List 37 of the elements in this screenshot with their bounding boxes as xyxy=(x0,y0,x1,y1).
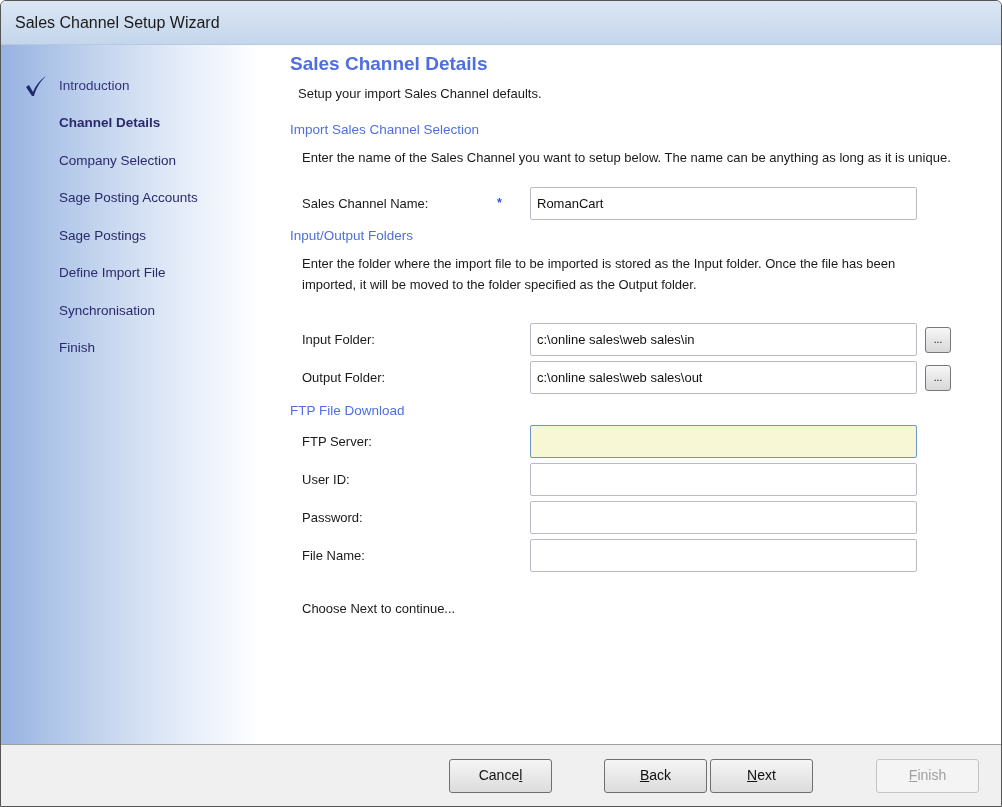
field-label: FTP Server: xyxy=(302,433,373,452)
section-description: Enter the name of the Sales Channel you want to setup below. The name can be anything as long as it is unique. xyxy=(302,149,951,168)
wizard-step: Finish xyxy=(59,338,95,359)
field-label: Output Folder: xyxy=(302,369,387,387)
page-heading: Sales Channel Details xyxy=(290,53,489,76)
section-heading: Import Sales Channel Selection xyxy=(290,121,481,139)
wizard-step: Define Import File xyxy=(59,263,166,284)
input-field[interactable] xyxy=(530,539,917,573)
input-field[interactable] xyxy=(530,425,917,459)
section-heading: FTP File Download xyxy=(290,402,406,419)
wizard-button[interactable]: Cancel xyxy=(449,758,552,793)
intro-text: Setup your import Sales Channel defaults. xyxy=(298,84,543,103)
wizard-step: Synchronisation xyxy=(59,300,156,321)
field-label: User ID: xyxy=(302,471,351,490)
field-label: Input Folder: xyxy=(302,331,376,349)
wizard-button[interactable]: Back xyxy=(604,758,707,793)
section-description: Enter the folder where the import file to be imported is stored as the Input folder. Once the file has been imported, it will be moved to the folder specified as the Output folder. xyxy=(302,255,897,294)
window-title: Sales Channel Setup Wizard xyxy=(15,12,220,33)
input-field[interactable] xyxy=(530,463,917,497)
browse-button[interactable]: ... xyxy=(925,364,951,391)
browse-button[interactable]: ... xyxy=(925,326,951,353)
section-heading: Input/Output Folders xyxy=(290,228,415,245)
input-field[interactable] xyxy=(530,501,917,535)
wizard-button[interactable]: Next xyxy=(710,758,813,793)
wizard-step: Introduction xyxy=(59,75,130,96)
input-field[interactable]: c:\online sales\web sales\out xyxy=(530,361,917,395)
input-field[interactable]: RomanCart xyxy=(530,186,917,220)
input-field[interactable]: c:\online sales\web sales\in xyxy=(530,323,917,357)
required-mark: * xyxy=(497,195,502,210)
wizard-step: Company Selection xyxy=(59,150,177,171)
footer-note: Choose Next to continue... xyxy=(302,599,457,618)
field-label: Password: xyxy=(302,509,364,528)
wizard-step: Sage Postings xyxy=(59,225,147,246)
field-label: File Name: xyxy=(302,547,366,566)
field-label: Sales Channel Name: xyxy=(302,194,430,213)
wizard-step: Sage Posting Accounts xyxy=(59,188,198,209)
wizard-step: Channel Details xyxy=(59,113,161,134)
